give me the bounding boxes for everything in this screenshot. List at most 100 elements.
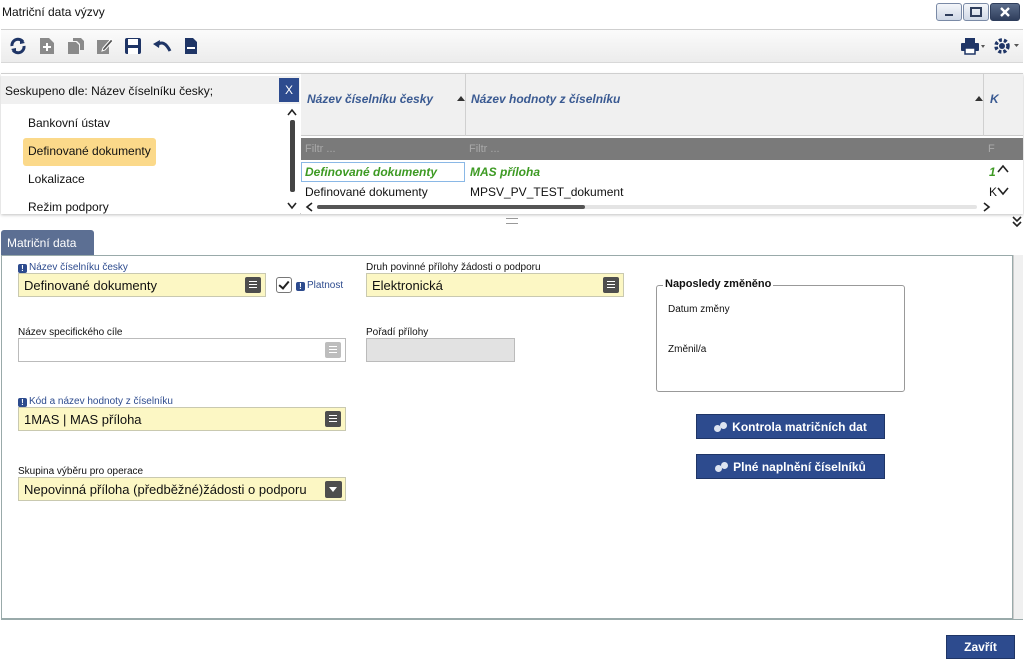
grid-vertical-scrollbar[interactable] [997,164,1011,198]
sort-asc-icon[interactable] [457,96,465,101]
maximize-button[interactable] [963,3,989,21]
druh-prilohy-label: Druh povinné přílohy žádosti o podporu [366,262,541,273]
undo-icon[interactable] [152,36,172,56]
skupina-select[interactable]: Nepovinná příloha (předběžné)žádosti o p… [18,477,346,501]
zmenil-label: Změnil/a [668,344,707,355]
maximize-icon [970,7,982,17]
scrollbar-thumb[interactable] [317,205,585,209]
gears-icon [714,421,728,432]
nazev-ciselniku-field[interactable]: Definované dokumenty [18,273,266,297]
druh-prilohy-field[interactable]: Elektronická [366,273,624,297]
cell-nazev-hodnoty: MPSV_PV_TEST_dokument [470,185,624,199]
filter-input-k[interactable]: F [988,143,995,155]
chevron-down-icon [997,187,1009,196]
close-button[interactable]: Zavřít [946,635,1015,659]
naplneni-button-label: Plné naplnění číselníků [733,459,866,474]
close-icon [1000,7,1010,17]
form-scrollbar[interactable] [1013,255,1023,619]
poradi-label: Pořadí přílohy [366,327,429,338]
settings-icon[interactable] [991,36,1021,56]
filter-input-nazev-ciselniku[interactable]: Filtr ... [305,143,336,155]
column-separator[interactable] [983,74,984,136]
delete-icon[interactable] [181,36,201,56]
platnost-checkbox[interactable] [276,277,292,293]
gears-icon [715,461,729,472]
copy-icon[interactable] [66,36,86,56]
grid-header: Název číselníku česky Název hodnoty z čí… [301,74,1023,136]
required-icon: ! [18,398,27,407]
collapse-double-chevron-icon[interactable] [1012,216,1022,228]
chevron-down-icon [287,202,297,210]
skupina-value: Nepovinná příloha (předběžné)žádosti o p… [24,482,307,497]
close-window-button[interactable] [990,3,1020,21]
dialog-window: Matriční data výzvy Seskupeno dle: Název… [0,0,1024,667]
required-icon: ! [296,282,305,291]
column-header-nazev-ciselniku[interactable]: Název číselníku česky [307,92,433,106]
title-bar: Matriční data výzvy [0,0,1024,28]
cell-k: 1 [989,165,996,179]
minimize-icon [945,14,953,16]
sort-asc-icon[interactable] [975,96,983,101]
save-icon[interactable] [123,36,143,56]
list-picker-icon[interactable] [603,277,619,293]
cell-nazev-ciselniku: Definované dokumenty [305,185,428,199]
cell-k: K [989,185,998,199]
kod-hodnoty-value: 1MAS | MAS příloha [24,412,142,427]
last-changed-box [656,285,905,392]
platnost-label: ! Platnost [296,280,343,291]
minimize-button[interactable] [936,3,962,21]
chevron-right-icon [983,202,991,212]
window-controls [936,3,1020,21]
add-icon[interactable] [37,36,57,56]
chevron-up-icon [287,108,297,116]
chevron-down-icon[interactable] [325,481,342,498]
grouping-label: Seskupeno dle: Název číselníku česky; [5,84,214,98]
column-header-k[interactable]: K [990,92,999,106]
grid-horizontal-scrollbar[interactable] [305,202,995,212]
list-picker-icon[interactable] [325,342,341,358]
filter-input-nazev-hodnoty[interactable]: Filtr ... [469,143,500,155]
grouping-list: Bankovní ústav Definované dokumenty Loka… [23,110,156,214]
column-header-nazev-hodnoty[interactable]: Název hodnoty z číselníku [471,92,620,106]
footer-divider [1,619,1023,620]
cell-nazev-hodnoty: MAS příloha [470,165,541,179]
list-picker-icon[interactable] [245,277,261,293]
group-item-rezim-podpory[interactable]: Režim podpory [23,194,156,214]
scrollbar-thumb[interactable] [290,120,295,192]
grouping-panel: Seskupeno dle: Název číselníku česky; X … [1,74,300,214]
print-icon[interactable] [958,36,988,56]
table-row[interactable]: Definované dokumenty MAS příloha 1 [301,162,1023,182]
kod-hodnoty-field[interactable]: 1MAS | MAS příloha [18,407,346,431]
data-grid-panel: Seskupeno dle: Název číselníku česky; X … [1,73,1023,214]
naplneni-button[interactable]: Plné naplnění číselníků [696,454,885,479]
last-changed-legend: Naposledy změněno [663,278,774,290]
druh-prilohy-value: Elektronická [372,278,443,293]
remove-grouping-button[interactable]: X [279,78,299,102]
group-item-lokalizace[interactable]: Lokalizace [23,166,156,194]
kontrola-button[interactable]: Kontrola matričních dat [696,414,885,439]
refresh-icon[interactable] [8,36,28,56]
filter-row: Filtr ... Filtr ... F [301,138,1023,160]
chevron-up-icon [997,164,1009,173]
panel-splitter[interactable] [506,218,518,224]
window-title: Matriční data výzvy [2,5,105,19]
toolbar [1,29,1023,63]
datum-zmeny-label: Datum změny [668,304,730,315]
required-icon: ! [18,264,27,273]
grouping-header: Seskupeno dle: Název číselníku česky; [1,76,300,104]
edit-icon[interactable] [95,36,115,56]
table-row[interactable]: Definované dokumenty MPSV_PV_TEST_dokume… [301,182,1023,202]
column-separator[interactable] [465,74,466,136]
group-item-definovane-dokumenty[interactable]: Definované dokumenty [23,138,156,166]
group-item-bankovni-ustav[interactable]: Bankovní ústav [23,110,156,138]
nazev-cile-field[interactable] [18,338,346,362]
chevron-left-icon [305,202,313,212]
list-picker-icon[interactable] [325,411,341,427]
skupina-label: Skupina výběru pro operace [18,466,144,477]
nazev-ciselniku-value: Definované dokumenty [24,278,157,293]
data-grid: Název číselníku česky Název hodnoty z čí… [301,74,1023,214]
grouping-scrollbar[interactable] [287,106,297,212]
poradi-field[interactable] [366,338,515,362]
tab-matricni-data[interactable]: Matriční data [1,230,94,256]
nazev-ciselniku-label: ! Název číselníku česky [18,262,128,273]
